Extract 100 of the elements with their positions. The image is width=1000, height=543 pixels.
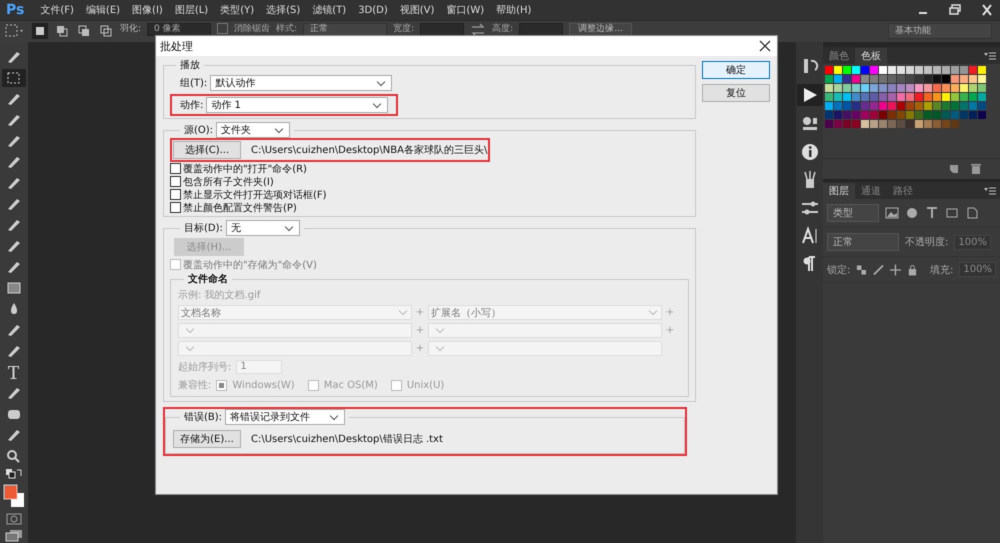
checkbox-label: 包含所有子文件夹(I) [183,176,274,188]
source-select[interactable]: 文件夹 [216,122,290,138]
checkbox-label: 禁止显示文件打开选项对话框(F) [183,188,327,202]
menu-item[interactable]: 图像(I) [132,3,163,17]
menu-item[interactable]: 3D(D) [358,4,388,16]
width-label: 宽度: [393,23,414,35]
refine-edge-button[interactable]: 调整边缘... [569,23,632,36]
type-filter-icon[interactable] [925,207,939,219]
panel-tab[interactable]: 颜色 [823,48,855,64]
style-select[interactable]: 正常 [303,23,388,36]
group-legend: 播放 [176,58,204,72]
add-selection-icon[interactable] [54,23,70,39]
play-icon[interactable] [796,84,822,106]
errors-select[interactable]: 将错误记录到文件 [225,409,346,425]
screen-mode-icon[interactable] [4,529,24,543]
adjustment-filter-icon[interactable] [905,207,919,219]
serial-label: 起始序列号: [178,360,232,374]
panel-tab[interactable]: 色板 [855,48,887,64]
plus-sign: + [664,325,676,336]
checkbox[interactable] [170,202,181,213]
workspace-select[interactable]: 基本功能 [888,23,992,39]
source-path: C:\Users\cuizhen\Desktop\NBA各家球队的三巨头\ [251,144,488,157]
panel-tab[interactable]: 通道 [855,182,887,198]
marquee-tool-icon[interactable] [2,69,26,87]
dialog-button[interactable]: 复位 [702,84,770,102]
height-label: 高度: [492,23,514,35]
new-selection-icon[interactable] [32,23,48,39]
feather-field[interactable]: 0 像素 [147,23,212,36]
width-field[interactable] [420,23,464,36]
blend-mode-select[interactable]: 正常 [827,233,899,251]
feather-label: 羽化: [120,23,142,35]
checkbox[interactable] [170,176,181,187]
subtract-selection-icon[interactable] [76,23,92,39]
intersect-selection-icon[interactable] [98,23,114,39]
default-colors-icon[interactable] [4,468,24,480]
menu-item[interactable]: 选择(S) [266,3,300,17]
target-label: 目标(D): [184,222,223,235]
checkbox[interactable] [170,163,181,174]
quick-mask-icon[interactable] [4,512,24,526]
naming-legend: 文件命名 [184,272,232,286]
dialog-title: 批处理 [160,38,193,54]
marquee-tool-icon[interactable] [4,23,26,39]
close-icon[interactable] [980,4,994,16]
group-label: 组(T): [180,77,208,90]
panel-tab[interactable]: 路径 [887,182,919,198]
menu-item[interactable]: 窗口(W) [446,3,484,17]
checkbox-label: 覆盖动作中的"存储为"命令(V) [183,258,317,272]
antialias-label: 消除锯齿 [234,23,270,35]
error-log-path: C:\Users\cuizhen\Desktop\错误日志 .txt [251,432,443,446]
opacity-label: 不透明度: [905,236,948,249]
menu-item[interactable]: 文件(F) [40,3,74,17]
opacity-field[interactable]: 100% [954,234,991,250]
compat-label: 兼容性: [178,378,212,392]
menu-item[interactable]: 帮助(H) [496,3,532,17]
menu-item[interactable]: 编辑(E) [86,3,120,17]
dialog-button[interactable]: 确定 [702,61,770,79]
choose-button[interactable]: 选择(C)... [173,141,241,159]
menu-item[interactable]: 图层(L) [174,3,208,17]
trash-icon[interactable] [970,163,982,175]
menu-item[interactable]: 视图(V) [400,3,434,17]
panel-menu-icon[interactable] [984,186,996,194]
panel-tab[interactable]: 图层 [823,182,855,198]
menu-item[interactable]: 类型(Y) [220,3,254,17]
shape-filter-icon[interactable] [945,207,959,219]
restore-icon[interactable] [948,4,962,16]
plus-sign: + [414,325,426,336]
action-label: 动作: [180,99,204,112]
checkbox-label: Unix(U) [406,380,444,390]
height-field[interactable] [519,23,564,36]
new-swatch-icon[interactable] [948,163,960,175]
filter-select[interactable]: 类型 [827,204,879,222]
checkbox[interactable] [170,189,181,200]
source-label: 源(O): [184,124,214,137]
lock-icon[interactable] [907,264,918,276]
smart-object-filter-icon[interactable] [965,207,979,219]
menu-item[interactable]: 滤镜(T) [312,3,346,17]
swap-icon[interactable] [470,23,486,37]
app-logo: Ps [6,2,24,18]
plus-sign: + [664,307,676,318]
plus-sign: + [414,307,426,318]
action-select[interactable]: 动作 1 [206,97,388,113]
color-swatches-icon[interactable] [2,483,26,509]
move-icon[interactable] [890,264,902,276]
save-as-button[interactable]: 存储为(E)... [173,430,241,448]
fill-label: 填充: [930,264,954,276]
errors-label: 错误(B): [184,411,222,424]
lock-pixels-icon[interactable] [856,264,868,276]
close-icon[interactable] [759,40,771,52]
lock-label: 锁定: [827,264,850,276]
panel-menu-icon[interactable] [984,52,996,60]
group-select[interactable]: 默认动作 [210,75,392,91]
style-label: 样式: [276,23,298,35]
plus-sign: + [414,343,426,354]
fill-field[interactable]: 100% [959,262,996,277]
target-select[interactable]: 无 [226,220,300,236]
brush-icon[interactable] [873,264,884,276]
checkbox-label: 禁止颜色配置文件警告(P) [183,202,297,214]
checkbox-label: Windows(W) [232,380,295,390]
image-filter-icon[interactable] [885,207,899,219]
checkbox-label: Mac OS(M) [324,380,378,390]
